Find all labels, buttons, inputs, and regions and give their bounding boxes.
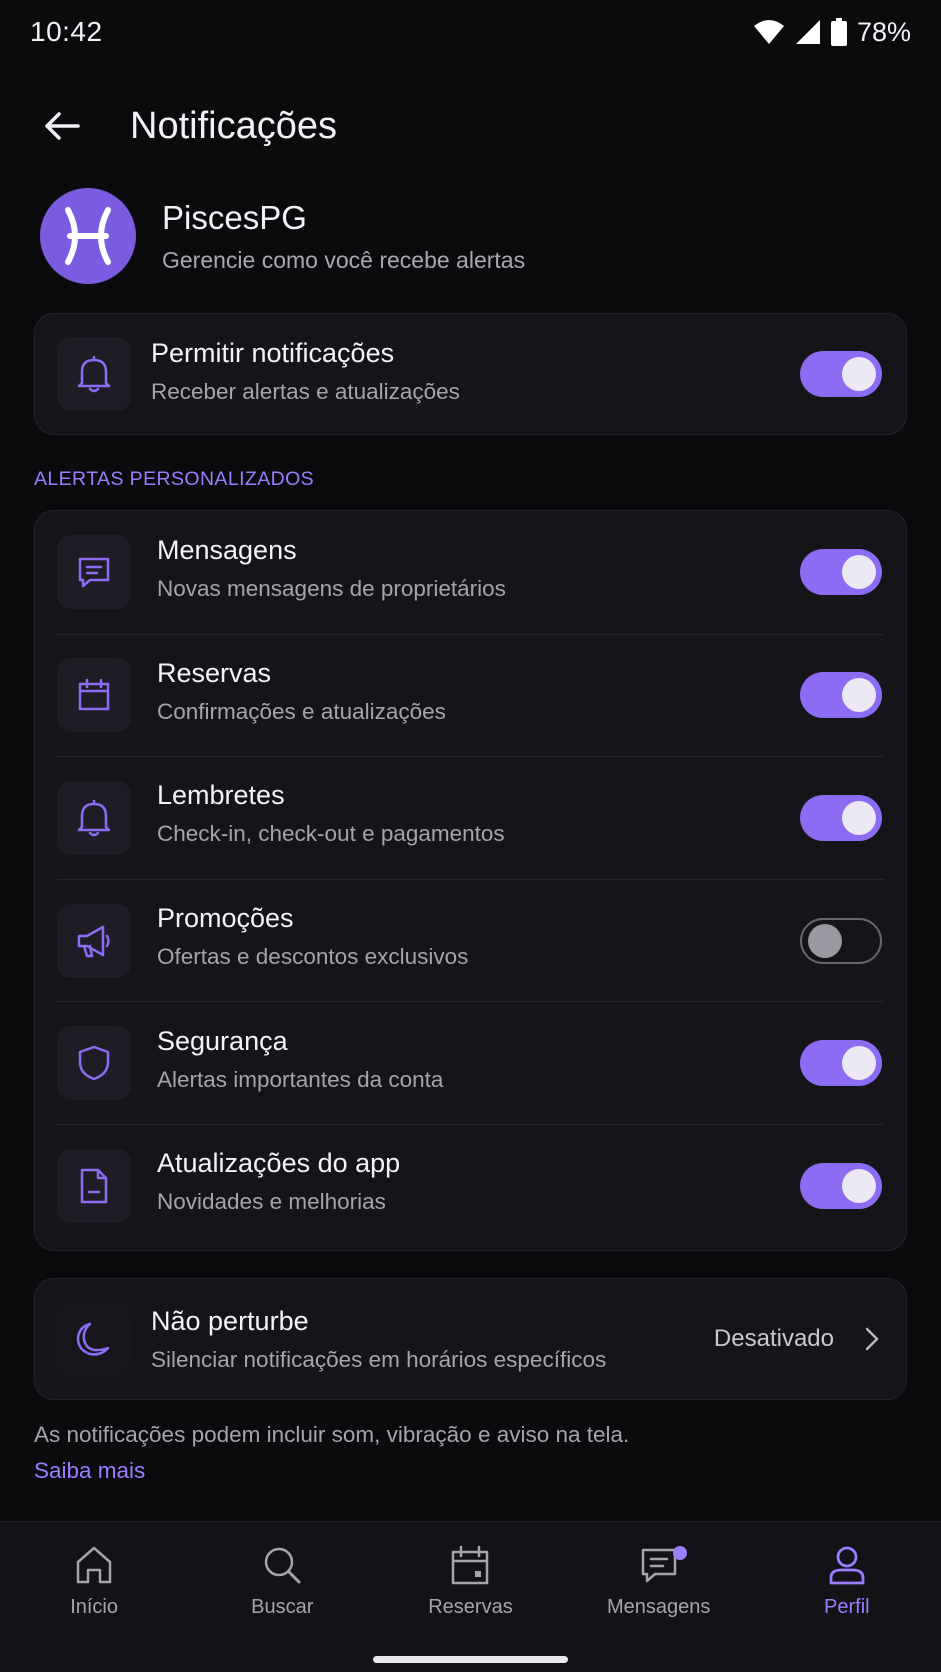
battery-icon [830, 18, 847, 46]
nav-item-home[interactable]: Início [0, 1522, 188, 1672]
bottom-nav: Início Buscar Reservas Mensagens Perfil [0, 1521, 941, 1672]
allow-notifications-icon-box [57, 337, 131, 411]
notification-badge [672, 1546, 687, 1560]
security-toggle[interactable] [800, 1040, 882, 1087]
avatar [40, 188, 136, 284]
alert-icon-box [57, 1148, 131, 1223]
alert-subtitle: Check-in, check-out e pagamentos [157, 821, 505, 847]
pisces-symbol-icon [65, 207, 111, 265]
alert-row-reservations[interactable]: Reservas Confirmações e atualizações [57, 633, 884, 757]
dnd-icon-box [57, 1302, 131, 1376]
do-not-disturb-card[interactable]: Não perturbe Silenciar notificações em h… [34, 1278, 907, 1400]
megaphone-icon [77, 925, 110, 957]
allow-notifications-card: Permitir notificações Receber alertas e … [34, 313, 907, 435]
alert-row-promotions[interactable]: Promoções Ofertas e descontos exclusivos [57, 878, 884, 1002]
alert-subtitle: Alertas importantes da conta [157, 1066, 444, 1092]
shield-icon [78, 1045, 110, 1081]
footer-note: As notificações podem incluir som, vibra… [34, 1422, 630, 1447]
cellular-signal-icon [795, 19, 821, 45]
messages-toggle[interactable] [800, 549, 882, 596]
promotions-toggle[interactable] [800, 917, 882, 964]
back-button[interactable] [30, 94, 94, 158]
alert-icon-box [57, 903, 131, 978]
bell-icon [77, 355, 111, 393]
alert-row-security[interactable]: Segurança Alertas importantes da conta [57, 1001, 884, 1124]
status-icons: 78% [753, 17, 911, 48]
alert-title: Segurança [157, 1025, 288, 1056]
status-time: 10:42 [30, 16, 103, 47]
dnd-status-value: Desativado [713, 1325, 834, 1352]
dnd-subtitle: Silenciar notificações em horários espec… [151, 1346, 607, 1372]
home-indicator[interactable] [373, 1656, 568, 1663]
alert-title: Atualizações do app [157, 1148, 401, 1179]
learn-more-link[interactable]: Saiba mais [34, 1458, 145, 1484]
home-icon [76, 1546, 112, 1584]
wifi-icon [753, 19, 785, 45]
nav-label: Buscar [251, 1596, 314, 1618]
allow-notifications-title: Permitir notificações [151, 337, 395, 368]
alert-title: Mensagens [157, 534, 297, 565]
reservations-toggle[interactable] [800, 672, 882, 719]
nav-item-messages[interactable]: Mensagens [565, 1522, 753, 1672]
calendar-icon [78, 679, 110, 711]
moon-icon [76, 1322, 110, 1356]
nav-item-search[interactable]: Buscar [188, 1522, 376, 1672]
alert-icon-box [57, 1026, 131, 1101]
alert-row-reminders[interactable]: Lembretes Check-in, check-out e pagament… [57, 756, 884, 879]
profile-icon [829, 1546, 865, 1585]
calendar-icon [452, 1545, 489, 1585]
alerts-card: Mensagens Novas mensagens de proprietári… [34, 510, 907, 1251]
document-icon [80, 1168, 108, 1204]
bell-icon [77, 799, 111, 837]
alert-subtitle: Novas mensagens de proprietários [157, 575, 506, 601]
nav-item-reservations[interactable]: Reservas [376, 1522, 564, 1672]
reminders-toggle[interactable] [800, 794, 882, 841]
battery-percent: 78% [856, 16, 911, 47]
alert-row-app-updates[interactable]: Atualizações do app Novidades e melhoria… [57, 1123, 884, 1247]
profile-name: PiscesPG [162, 198, 307, 236]
nav-label: Perfil [824, 1596, 870, 1618]
app-updates-toggle[interactable] [800, 1162, 882, 1209]
alert-subtitle: Confirmações e atualizações [157, 698, 446, 724]
status-bar: 10:42 78% [0, 0, 941, 64]
page-title: Notificações [130, 104, 337, 147]
alert-icon-box [57, 780, 131, 855]
alert-icon-box [57, 535, 131, 610]
chevron-right-icon [865, 1327, 879, 1351]
alert-title: Promoções [157, 903, 294, 934]
alert-title: Lembretes [157, 780, 285, 811]
alert-row-messages[interactable]: Mensagens Novas mensagens de proprietári… [57, 511, 884, 634]
dnd-title: Não perturbe [151, 1305, 309, 1336]
alert-subtitle: Novidades e melhorias [157, 1189, 386, 1215]
allow-notifications-subtitle: Receber alertas e atualizações [151, 378, 460, 404]
message-icon [78, 558, 110, 588]
search-icon [265, 1547, 301, 1584]
alert-subtitle: Ofertas e descontos exclusivos [157, 944, 469, 970]
nav-label: Reservas [428, 1596, 513, 1618]
profile-subtitle: Gerencie como você recebe alertas [162, 246, 526, 273]
profile-header: PiscesPG Gerencie como você recebe alert… [40, 188, 525, 284]
alert-icon-box [57, 658, 131, 733]
allow-notifications-toggle[interactable] [800, 351, 882, 397]
do-not-disturb-row[interactable]: Não perturbe Silenciar notificações em h… [35, 1279, 906, 1399]
alert-title: Reservas [157, 657, 272, 688]
app-bar: Notificações [0, 86, 941, 166]
section-label: ALERTAS PERSONALIZADOS [34, 468, 315, 490]
allow-notifications-row[interactable]: Permitir notificações Receber alertas e … [35, 314, 906, 434]
nav-item-profile[interactable]: Perfil [753, 1522, 941, 1672]
arrow-left-icon [45, 112, 80, 140]
nav-label: Mensagens [606, 1596, 711, 1618]
nav-label: Início [70, 1596, 118, 1618]
